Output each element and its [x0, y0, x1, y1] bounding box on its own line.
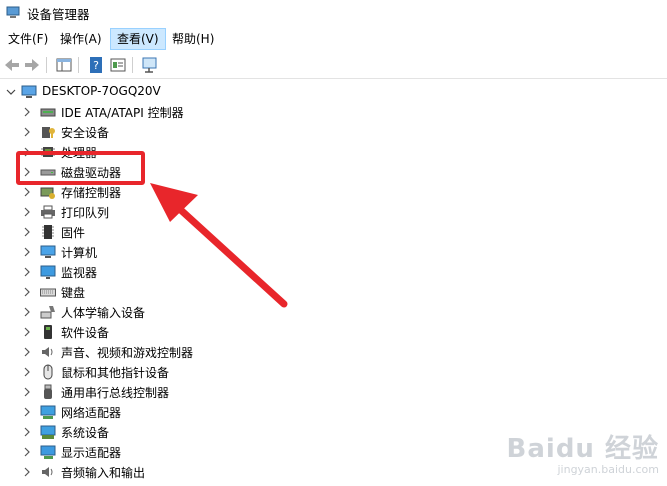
chevron-right-icon[interactable]	[22, 346, 32, 358]
menu-bar: 文件(F) 操作(A) 查看(V) 帮助(H)	[0, 28, 667, 50]
tree-item-label: 网络适配器	[61, 406, 122, 420]
device-manager-icon	[6, 6, 20, 18]
title-bar: 设备管理器	[0, 0, 667, 26]
tree-item-label: 安全设备	[61, 126, 110, 140]
chevron-right-icon[interactable]	[22, 426, 32, 438]
baidu-watermark: Baidu 经验 jingyan.baidu.com	[507, 428, 659, 476]
ide-controller-icon	[40, 108, 56, 117]
toolbar-separator	[78, 57, 79, 73]
chevron-right-icon[interactable]	[22, 446, 32, 458]
toolbar: ?	[0, 52, 667, 79]
tree-item-printer[interactable]: 打印队列	[0, 202, 667, 222]
tree-item-computer[interactable]: 计算机	[0, 242, 667, 262]
tree-item-label: 存储控制器	[61, 186, 122, 200]
tree-item-label: 软件设备	[61, 326, 110, 340]
chevron-right-icon[interactable]	[22, 366, 32, 378]
chevron-right-icon[interactable]	[22, 406, 32, 418]
toolbar-separator	[46, 57, 47, 73]
menu-view[interactable]: 查看(V)	[110, 28, 166, 50]
menu-help[interactable]: 帮助(H)	[166, 29, 220, 49]
tree-item-label: 监视器	[61, 266, 98, 280]
chevron-right-icon[interactable]	[22, 126, 32, 138]
network-adapter-icon	[40, 405, 56, 419]
tree-root-label: DESKTOP-7OGQ20V	[42, 84, 161, 98]
toolbar-separator	[132, 57, 133, 73]
chevron-right-icon[interactable]	[22, 106, 32, 118]
tree-item-hid[interactable]: 人体学输入设备	[0, 302, 667, 322]
hid-icon	[40, 306, 55, 319]
tree-item-label: 系统设备	[61, 426, 110, 440]
window-title: 设备管理器	[27, 7, 90, 22]
tree-item-security[interactable]: 安全设备	[0, 122, 667, 142]
printer-icon	[41, 205, 55, 219]
tree-item-label: 键盘	[61, 286, 86, 300]
tree-item-label: 计算机	[61, 246, 98, 260]
chevron-down-icon[interactable]	[6, 86, 16, 98]
computer-icon	[40, 245, 56, 258]
scan-hardware-icon[interactable]	[140, 55, 160, 75]
tree-item-label: 音频输入和输出	[61, 466, 146, 480]
tree-item-keyboard[interactable]: 键盘	[0, 282, 667, 302]
tree-item-firmware[interactable]: 固件	[0, 222, 667, 242]
tree-item-label: IDE ATA/ATAPI 控制器	[61, 106, 184, 120]
chevron-right-icon[interactable]	[22, 266, 32, 278]
mouse-icon	[43, 364, 53, 380]
watermark-logo: Baidu 经验	[506, 434, 659, 464]
tree-root[interactable]: DESKTOP-7OGQ20V	[0, 82, 667, 102]
tree-item-ide[interactable]: IDE ATA/ATAPI 控制器	[0, 102, 667, 122]
menu-file[interactable]: 文件(F)	[2, 29, 54, 49]
chevron-right-icon[interactable]	[22, 286, 32, 298]
display-adapter-icon	[40, 445, 56, 459]
tree-item-monitor[interactable]: 监视器	[0, 262, 667, 282]
storage-controller-icon	[40, 187, 55, 199]
audio-icon	[42, 347, 53, 357]
help-icon[interactable]: ?	[86, 55, 106, 75]
tree-item-label: 声音、视频和游戏控制器	[61, 346, 194, 360]
tree-item-software-device[interactable]: 软件设备	[0, 322, 667, 342]
chevron-right-icon[interactable]	[22, 246, 32, 258]
svg-text:?: ?	[93, 59, 99, 72]
chevron-right-icon[interactable]	[22, 466, 32, 478]
usb-icon	[44, 384, 52, 399]
properties-icon[interactable]	[108, 55, 128, 75]
chevron-right-icon[interactable]	[22, 186, 32, 198]
tree-item-label: 鼠标和其他指针设备	[61, 366, 170, 380]
system-device-icon	[40, 425, 56, 439]
chevron-right-icon[interactable]	[22, 226, 32, 238]
tree-item-network[interactable]: 网络适配器	[0, 402, 667, 422]
chevron-right-icon[interactable]	[22, 386, 32, 398]
software-device-icon	[44, 325, 52, 339]
menu-action[interactable]: 操作(A)	[54, 29, 108, 49]
monitor-icon	[40, 265, 56, 279]
computer-root-icon	[21, 85, 37, 98]
tree-item-audio-video[interactable]: 声音、视频和游戏控制器	[0, 342, 667, 362]
tree-item-usb[interactable]: 通用串行总线控制器	[0, 382, 667, 402]
tree-item-storage[interactable]: 存储控制器	[0, 182, 667, 202]
firmware-icon	[42, 225, 54, 239]
tree-item-label: 显示适配器	[61, 446, 122, 460]
device-tree: DESKTOP-7OGQ20V IDE ATA/ATAPI 控制器 安全设备 处…	[0, 80, 667, 486]
chevron-right-icon[interactable]	[22, 206, 32, 218]
tree-item-label: 通用串行总线控制器	[61, 386, 170, 400]
security-device-icon	[42, 127, 55, 138]
tree-item-label: 打印队列	[61, 206, 110, 220]
chevron-right-icon[interactable]	[22, 326, 32, 338]
tree-item-label: 固件	[61, 226, 86, 240]
audio-io-icon	[42, 467, 53, 477]
show-hide-console-tree-icon[interactable]	[54, 55, 74, 75]
tree-item-label: 人体学输入设备	[61, 306, 146, 320]
tree-item-mouse[interactable]: 鼠标和其他指针设备	[0, 362, 667, 382]
back-arrow-icon[interactable]	[2, 55, 22, 75]
annotation-highlight-box	[16, 151, 145, 185]
chevron-right-icon[interactable]	[22, 306, 32, 318]
forward-arrow-icon[interactable]	[22, 55, 42, 75]
keyboard-icon	[40, 288, 56, 297]
